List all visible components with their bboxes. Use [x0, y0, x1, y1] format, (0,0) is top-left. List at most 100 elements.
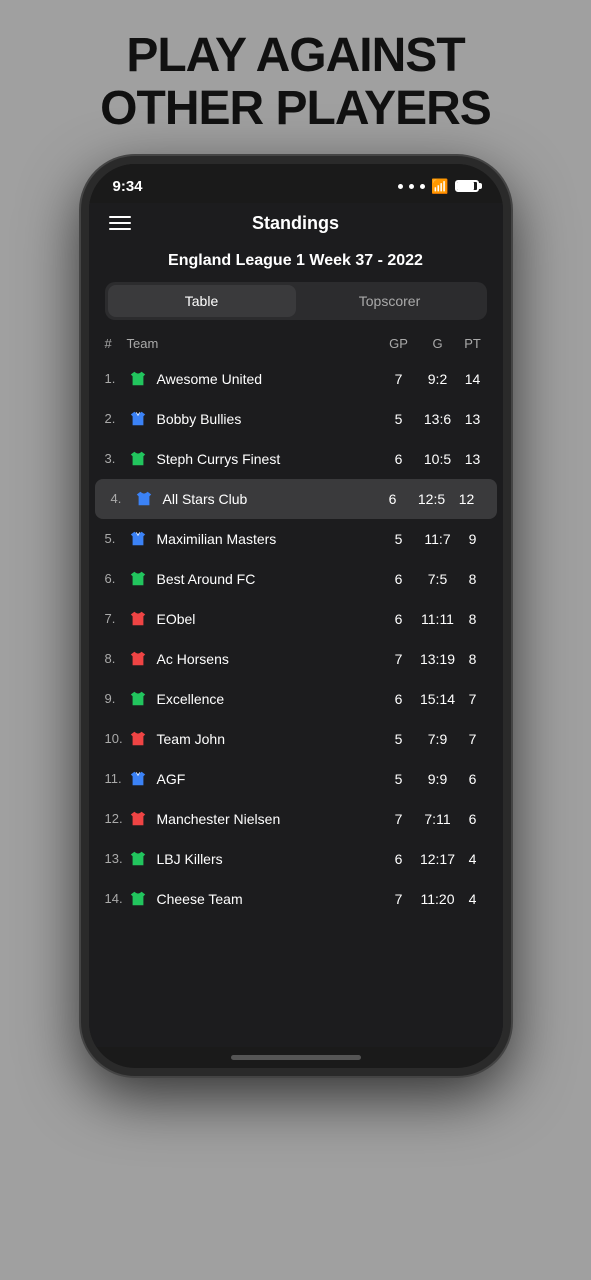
team-name: Bobby Bullies	[157, 411, 381, 427]
row-gp: 7	[381, 651, 417, 667]
row-pt: 8	[459, 611, 487, 627]
table-header: # Team GP G PT	[89, 332, 503, 359]
row-gp: 6	[381, 571, 417, 587]
table-row[interactable]: 9. Excellence 6 15:14 7	[89, 679, 503, 719]
row-gp: 5	[381, 771, 417, 787]
row-pt: 6	[459, 771, 487, 787]
home-indicator	[231, 1055, 361, 1060]
nav-title: Standings	[252, 213, 339, 234]
row-num: 9.	[105, 691, 127, 706]
row-pt: 7	[459, 691, 487, 707]
row-pt: 13	[459, 451, 487, 467]
table-row[interactable]: 13. LBJ Killers 6 12:17 4	[89, 839, 503, 879]
header-hash: #	[105, 336, 127, 351]
team-shirt-icon	[127, 568, 149, 590]
signal-dot-2	[409, 184, 414, 189]
team-shirt-icon	[127, 528, 149, 550]
row-num: 6.	[105, 571, 127, 586]
status-icons: 📶	[398, 178, 478, 195]
team-name: EObel	[157, 611, 381, 627]
row-g: 7:11	[417, 811, 459, 827]
row-pt: 7	[459, 731, 487, 747]
status-bar: 9:34 📶	[89, 164, 503, 203]
row-num: 11.	[105, 771, 127, 786]
row-g: 7:5	[417, 571, 459, 587]
status-time: 9:34	[113, 178, 143, 195]
header-team: Team	[127, 336, 381, 351]
row-num: 3.	[105, 451, 127, 466]
table-row[interactable]: 12. Manchester Nielsen 7 7:11 6	[89, 799, 503, 839]
table-row[interactable]: 6. Best Around FC 6 7:5 8	[89, 559, 503, 599]
row-gp: 6	[375, 491, 411, 507]
table-row[interactable]: 1. Awesome United 7 9:2 14	[89, 359, 503, 399]
table-row[interactable]: 14. Cheese Team 7 11:20 4	[89, 879, 503, 919]
hamburger-menu[interactable]	[109, 216, 131, 230]
row-gp: 7	[381, 371, 417, 387]
row-g: 13:19	[417, 651, 459, 667]
team-name: LBJ Killers	[157, 851, 381, 867]
row-g: 11:7	[417, 531, 459, 547]
row-num: 2.	[105, 411, 127, 426]
row-gp: 7	[381, 811, 417, 827]
row-gp: 5	[381, 731, 417, 747]
table-row[interactable]: 4. All Stars Club 6 12:5 12	[95, 479, 497, 519]
team-name: Excellence	[157, 691, 381, 707]
team-shirt-icon	[127, 448, 149, 470]
table-row[interactable]: 7. EObel 6 11:11 8	[89, 599, 503, 639]
row-num: 7.	[105, 611, 127, 626]
row-pt: 4	[459, 891, 487, 907]
team-shirt-icon	[127, 808, 149, 830]
app-content: Standings England League 1 Week 37 - 202…	[89, 203, 503, 1047]
row-g: 11:20	[417, 891, 459, 907]
row-num: 1.	[105, 371, 127, 386]
team-name: Team John	[157, 731, 381, 747]
team-name: Awesome United	[157, 371, 381, 387]
team-shirt-icon	[127, 728, 149, 750]
row-gp: 5	[381, 411, 417, 427]
row-gp: 5	[381, 531, 417, 547]
team-name: Maximilian Masters	[157, 531, 381, 547]
row-g: 15:14	[417, 691, 459, 707]
table-row[interactable]: 8. Ac Horsens 7 13:19 8	[89, 639, 503, 679]
table-row[interactable]: 10. Team John 5 7:9 7	[89, 719, 503, 759]
headline-line1: PLAY AGAINST	[100, 30, 491, 83]
tab-container: Table Topscorer	[105, 282, 487, 320]
team-name: Cheese Team	[157, 891, 381, 907]
row-pt: 14	[459, 371, 487, 387]
team-shirt-icon	[127, 768, 149, 790]
tab-topscorer[interactable]: Topscorer	[296, 285, 484, 317]
team-shirt-icon	[127, 368, 149, 390]
team-name: Manchester Nielsen	[157, 811, 381, 827]
signal-dot-3	[420, 184, 425, 189]
row-g: 9:9	[417, 771, 459, 787]
row-num: 13.	[105, 851, 127, 866]
headline: PLAY AGAINST OTHER PLAYERS	[100, 0, 491, 156]
row-num: 5.	[105, 531, 127, 546]
row-num: 14.	[105, 891, 127, 906]
team-shirt-icon	[133, 488, 155, 510]
team-shirt-icon	[127, 608, 149, 630]
row-pt: 12	[453, 491, 481, 507]
table-row[interactable]: 5. Maximilian Masters 5 11:7 9	[89, 519, 503, 559]
team-name: Ac Horsens	[157, 651, 381, 667]
row-pt: 6	[459, 811, 487, 827]
table-row[interactable]: 2. Bobby Bullies 5 13:6 13	[89, 399, 503, 439]
row-num: 12.	[105, 811, 127, 826]
row-g: 7:9	[417, 731, 459, 747]
row-pt: 13	[459, 411, 487, 427]
row-g: 9:2	[417, 371, 459, 387]
row-gp: 6	[381, 851, 417, 867]
row-g: 13:6	[417, 411, 459, 427]
tab-table[interactable]: Table	[108, 285, 296, 317]
table-row[interactable]: 3. Steph Currys Finest 6 10:5 13	[89, 439, 503, 479]
nav-bar: Standings	[89, 203, 503, 244]
row-gp: 6	[381, 691, 417, 707]
table-row[interactable]: 11. AGF 5 9:9 6	[89, 759, 503, 799]
row-pt: 4	[459, 851, 487, 867]
row-g: 12:17	[417, 851, 459, 867]
row-g: 10:5	[417, 451, 459, 467]
row-num: 10.	[105, 731, 127, 746]
team-name: Steph Currys Finest	[157, 451, 381, 467]
phone-frame: 9:34 📶 Standings England League 1 Week 3…	[81, 156, 511, 1076]
team-shirt-icon	[127, 888, 149, 910]
